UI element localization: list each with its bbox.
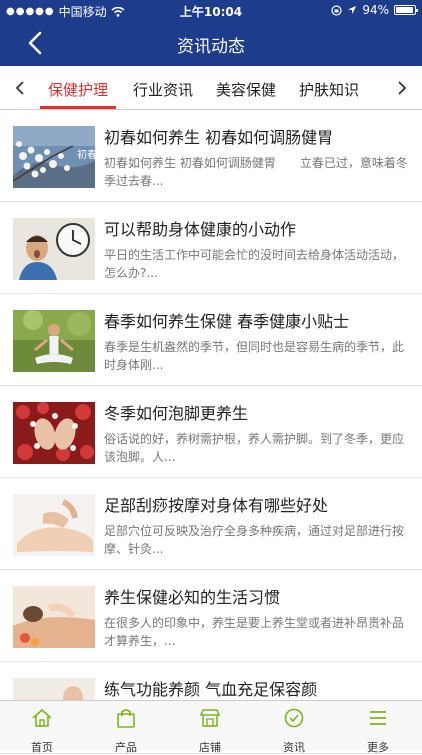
status-bar: ●●●●● 中国移动 上午10:04 94% [0, 0, 422, 20]
article-thumbnail [13, 402, 95, 464]
article-item[interactable]: 冬季如何泡脚更养生 俗话说的好，养树需护根，养人需护脚。到了冬季，更应该泡脚。人… [0, 386, 422, 478]
article-list: 初春 初春如何养生 初春如何调肠健胃 初春如何养生 初春如何调肠健胃 立春已过，… [0, 110, 422, 754]
tabbar-item-store[interactable]: 店铺 [180, 707, 240, 755]
article-summary: 俗话说的好，养树需护根，养人需护脚。到了冬季，更应该泡脚。人... [104, 432, 405, 464]
page-title: 资讯动态 [177, 37, 245, 57]
tab-industry-news[interactable]: 行业资讯 [133, 79, 193, 100]
article-thumbnail: 初春 [13, 126, 95, 188]
tab-health-care[interactable]: 保健护理 [48, 79, 108, 100]
article-summary: 在很多人的印象中，养生是要上养生堂或者进补昂贵补品才算养生，... [104, 616, 405, 648]
location-icon [348, 6, 357, 14]
article-title: 可以帮助身体健康的小动作 [104, 220, 297, 239]
article-title: 初春如何养生 初春如何调肠健胃 [104, 128, 334, 147]
tabs-scroll-left-icon[interactable] [8, 76, 32, 100]
tabbar-label: 资讯 [283, 741, 305, 754]
bottom-tab-bar: 首页 产品 店铺 资讯 更多 [0, 700, 422, 754]
article-summary: 春季是生机盎然的季节，但同时也是容易生病的季节，此时身体刚... [104, 340, 405, 372]
nav-bar: 资讯动态 [0, 20, 422, 66]
active-tab-indicator [40, 106, 116, 109]
tabbar-label: 首页 [31, 741, 53, 754]
article-summary: 足部穴位可反映及治疗全身多种疾病，通过对足部进行按摩、针灸... [104, 524, 405, 556]
article-thumbnail [13, 218, 95, 280]
article-thumbnail [13, 310, 95, 372]
battery-percent: 94% [362, 3, 389, 17]
article-item[interactable]: 初春 初春如何养生 初春如何调肠健胃 初春如何养生 初春如何调肠健胃 立春已过，… [0, 110, 422, 202]
article-title: 足部刮痧按摩对身体有哪些好处 [104, 496, 329, 515]
rotation-lock-icon [331, 4, 342, 16]
article-item[interactable]: 可以帮助身体健康的小动作 平日的生活工作中可能会忙的没时间去给身体活动活动，怎么… [0, 202, 422, 294]
article-item[interactable]: 春季如何养生保健 春季健康小贴士 春季是生机盎然的季节，但同时也是容易生病的季节… [0, 294, 422, 386]
store-icon [199, 709, 221, 727]
tabbar-label: 更多 [367, 741, 389, 754]
more-list-icon [370, 711, 386, 725]
article-thumbnail [13, 494, 95, 556]
article-item[interactable]: 足部刮痧按摩对身体有哪些好处 足部穴位可反映及治疗全身多种疾病，通过对足部进行按… [0, 478, 422, 570]
article-item[interactable]: 养生保健必知的生活习惯 在很多人的印象中，养生是要上养生堂或者进补昂贵补品才算养… [0, 570, 422, 662]
shopping-bag-icon [117, 709, 135, 728]
tabbar-item-more[interactable]: 更多 [348, 707, 408, 755]
tab-beauty-care[interactable]: 美容保健 [216, 79, 276, 100]
tabbar-item-news[interactable]: 资讯 [264, 707, 324, 755]
thumbnail-caption: 初春 [77, 148, 95, 161]
article-title: 练气功能养颜 气血充足保容颜 [104, 680, 318, 699]
article-thumbnail [13, 586, 95, 648]
battery-icon [394, 5, 418, 15]
article-title: 冬季如何泡脚更养生 [104, 404, 249, 423]
tabbar-label: 产品 [115, 741, 137, 754]
tab-skin-care[interactable]: 护肤知识 [299, 79, 359, 100]
tabbar-item-products[interactable]: 产品 [96, 707, 156, 755]
tabbar-item-home[interactable]: 首页 [12, 707, 72, 755]
home-icon [32, 708, 52, 727]
article-title: 春季如何养生保健 春季健康小贴士 [104, 312, 350, 331]
news-icon [284, 708, 304, 728]
article-summary: 初春如何养生 初春如何调肠健胃 立春已过，意味着冬季过去春... [104, 156, 408, 188]
tabbar-label: 店铺 [199, 741, 221, 754]
category-tabs: 保健护理 行业资讯 美容保健 护肤知识 [0, 66, 422, 110]
article-summary: 平日的生活工作中可能会忙的没时间去给身体活动活动，怎么办?... [104, 248, 405, 280]
article-title: 养生保健必知的生活习惯 [104, 588, 281, 607]
tabs-scroll-right-icon[interactable] [390, 76, 414, 100]
